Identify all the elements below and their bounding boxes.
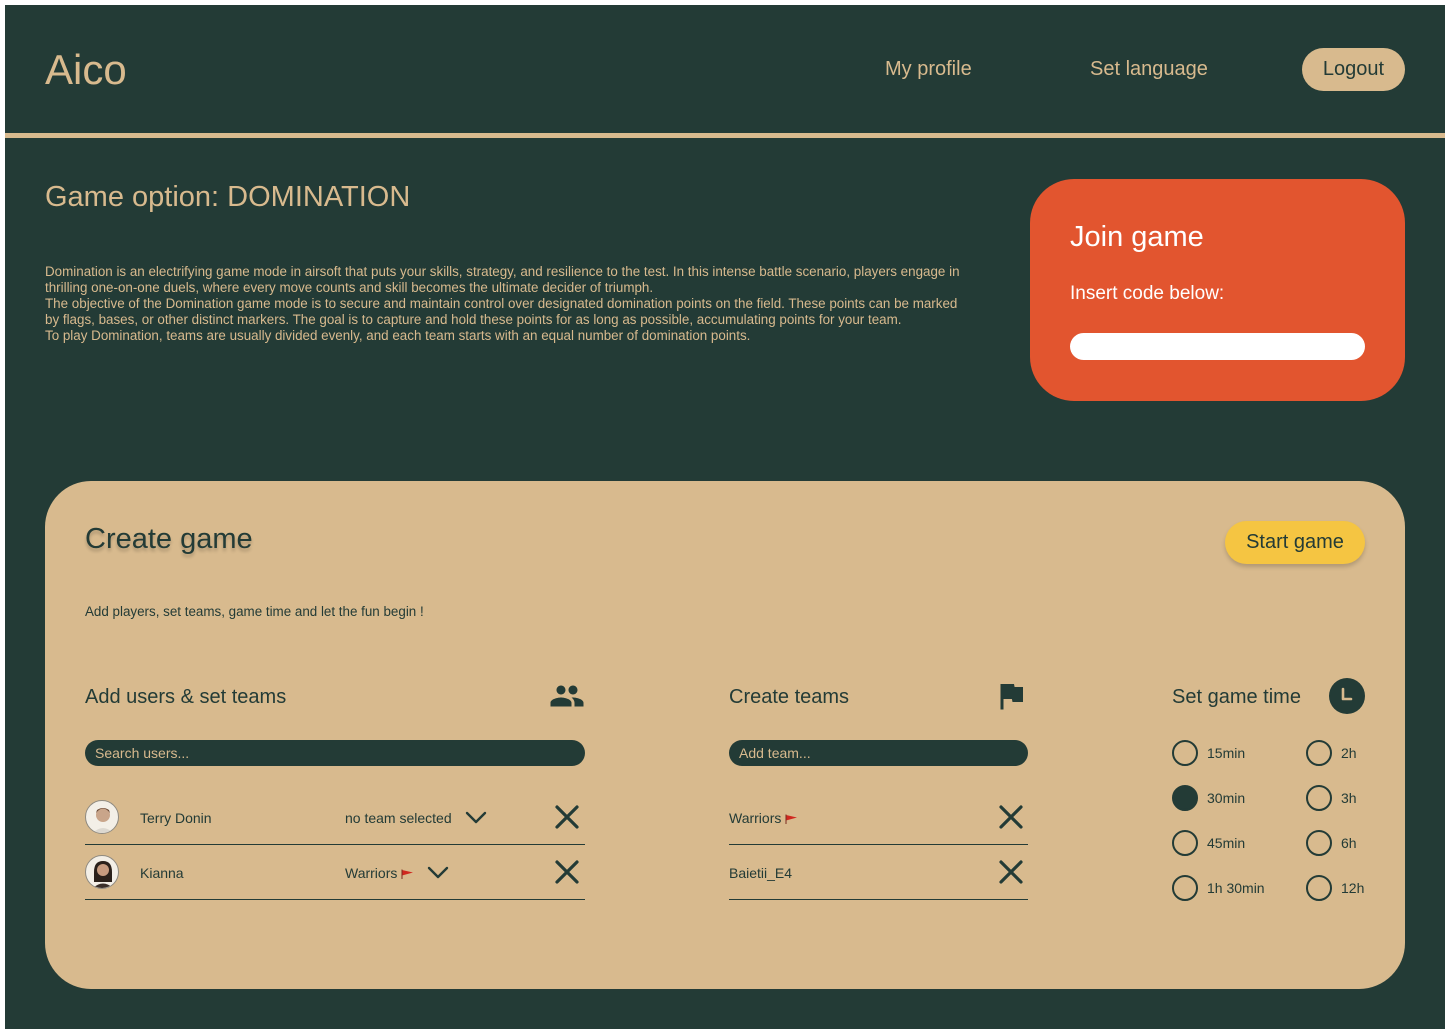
create-game-title: Create game <box>85 523 253 555</box>
flag-icon <box>1000 684 1023 710</box>
user-row: Terry Donin no team selected <box>85 790 585 845</box>
team-row: Warriors <box>729 790 1028 845</box>
time-option-label: 12h <box>1341 880 1365 896</box>
time-option-radio[interactable]: 45min <box>1172 830 1292 856</box>
remove-user-icon[interactable] <box>553 803 581 831</box>
time-option-radio[interactable]: 30min <box>1172 785 1292 811</box>
user-team-label: Warriors <box>345 865 398 881</box>
brand-logo[interactable]: Aico <box>45 45 127 95</box>
radio-circle[interactable] <box>1172 830 1198 856</box>
radio-circle[interactable] <box>1306 830 1332 856</box>
nav-my-profile[interactable]: My profile <box>885 57 972 81</box>
time-option-label: 6h <box>1341 835 1357 851</box>
time-option-label: 2h <box>1341 745 1357 761</box>
chevron-down-icon[interactable] <box>464 807 488 827</box>
user-name: Terry Donin <box>140 810 212 826</box>
team-name: Baietii_E4 <box>729 865 793 881</box>
game-option-title: Game option: DOMINATION <box>45 181 411 213</box>
radio-circle[interactable] <box>1306 785 1332 811</box>
time-option-radio[interactable]: 15min <box>1172 740 1292 766</box>
chevron-down-icon[interactable] <box>426 862 450 882</box>
time-option-radio[interactable]: 1h 30min <box>1172 875 1292 901</box>
remove-team-icon[interactable] <box>997 858 1025 886</box>
radio-circle[interactable] <box>1172 875 1198 901</box>
description-paragraph: Domination is an electrifying game mode … <box>45 264 960 295</box>
radio-circle[interactable] <box>1306 740 1332 766</box>
avatar <box>85 800 119 834</box>
team-flag-icon <box>785 814 798 825</box>
time-section-title: Set game time <box>1172 686 1301 708</box>
team-name-label: Warriors <box>729 810 782 826</box>
radio-circle[interactable] <box>1172 785 1198 811</box>
create-game-subtitle: Add players, set teams, game time and le… <box>85 604 424 619</box>
header-divider <box>5 133 1445 138</box>
time-option-label: 3h <box>1341 790 1357 806</box>
time-option-label: 15min <box>1207 745 1246 761</box>
join-code-input[interactable] <box>1070 333 1365 360</box>
remove-team-icon[interactable] <box>997 803 1025 831</box>
user-team-select[interactable]: Warriors <box>345 864 414 882</box>
description-paragraph: The objective of the Domination game mod… <box>45 296 958 327</box>
avatar <box>85 855 119 889</box>
join-game-title: Join game <box>1070 221 1204 253</box>
nav-set-language[interactable]: Set language <box>1090 57 1208 81</box>
people-icon <box>550 685 584 707</box>
clock-icon <box>1329 678 1365 714</box>
team-name: Warriors <box>729 809 798 827</box>
join-code-label: Insert code below: <box>1070 283 1225 304</box>
game-option-description: Domination is an electrifying game mode … <box>45 264 970 344</box>
radio-circle[interactable] <box>1172 740 1198 766</box>
add-team-input[interactable] <box>729 740 1028 766</box>
time-option-label: 30min <box>1207 790 1246 806</box>
logout-button[interactable]: Logout <box>1302 48 1405 91</box>
start-game-button[interactable]: Start game <box>1225 521 1365 564</box>
user-name: Kianna <box>140 865 184 881</box>
time-option-radio[interactable]: 12h <box>1306 875 1426 901</box>
team-row: Baietii_E4 <box>729 845 1028 900</box>
time-option-radio[interactable]: 6h <box>1306 830 1426 856</box>
user-row: Kianna Warriors <box>85 845 585 900</box>
create-game-panel: Create game Start game Add players, set … <box>45 481 1405 989</box>
app-frame: Aico My profile Set language Logout Game… <box>5 5 1445 1029</box>
radio-circle[interactable] <box>1306 875 1332 901</box>
remove-user-icon[interactable] <box>553 858 581 886</box>
description-paragraph: To play Domination, teams are usually di… <box>45 328 751 343</box>
time-option-radio[interactable]: 2h <box>1306 740 1426 766</box>
time-option-label: 1h 30min <box>1207 880 1265 896</box>
teams-section-title: Create teams <box>729 686 850 708</box>
user-team-select[interactable]: no team selected <box>345 809 452 827</box>
join-game-card: Join game Insert code below: <box>1030 179 1405 401</box>
team-flag-icon <box>401 869 414 880</box>
search-users-input[interactable] <box>85 740 585 766</box>
time-option-radio[interactable]: 3h <box>1306 785 1426 811</box>
users-section-title: Add users & set teams <box>85 686 287 708</box>
time-option-label: 45min <box>1207 835 1246 851</box>
